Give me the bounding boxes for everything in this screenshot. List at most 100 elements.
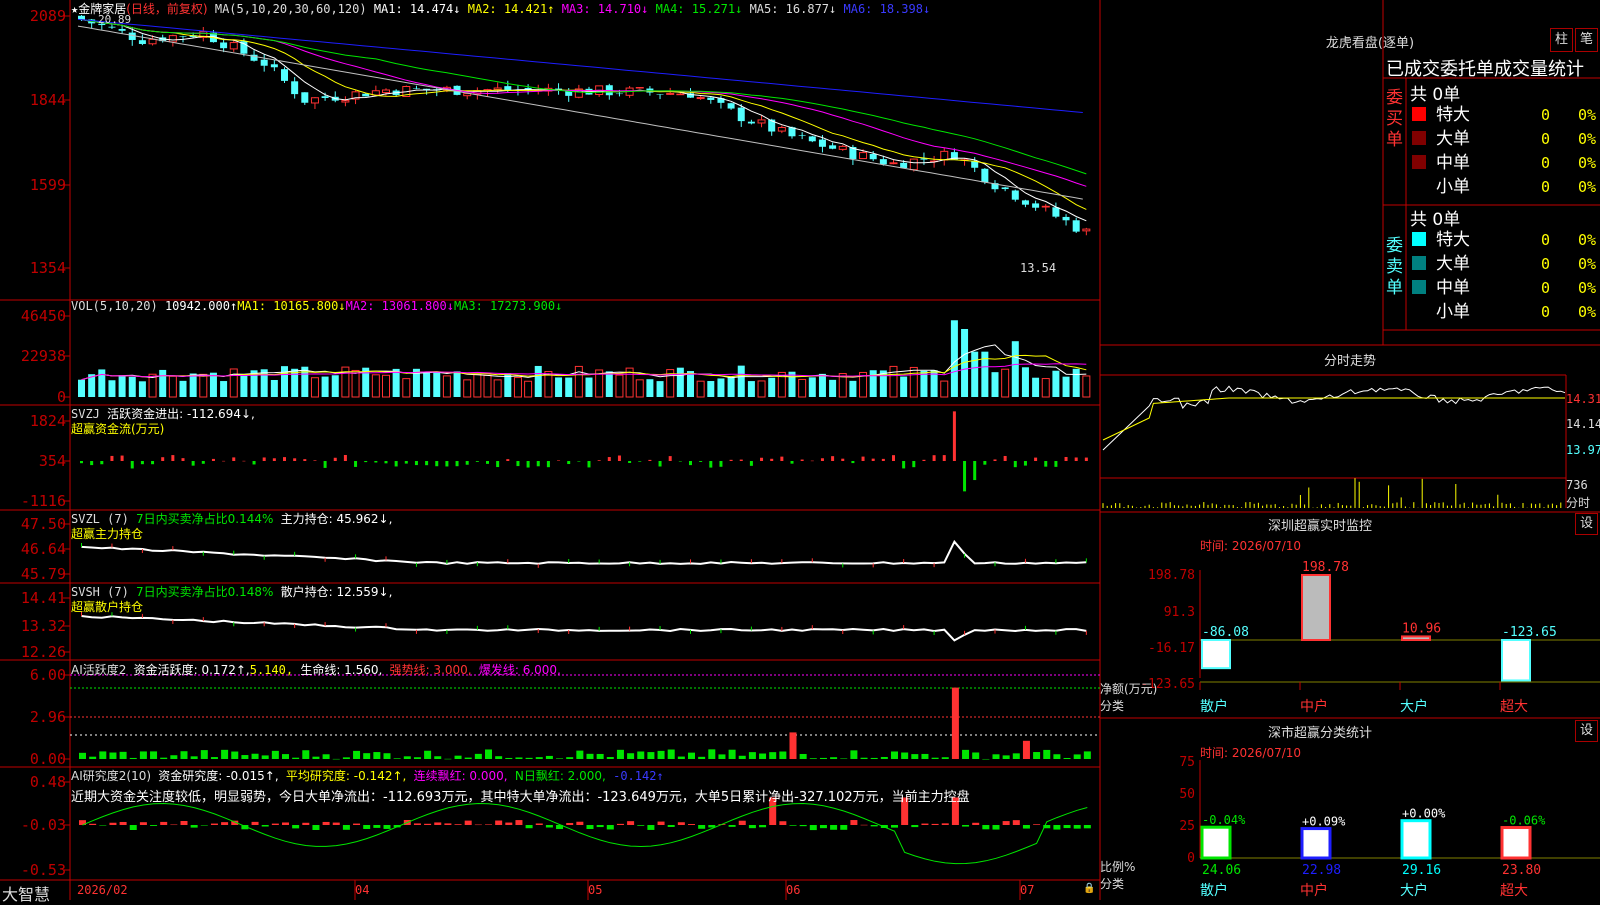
capital-flow-bar [130, 461, 134, 469]
research-bar [495, 820, 503, 825]
research-bar [129, 825, 137, 830]
capital-flow-bar [272, 458, 276, 461]
activity-bar [556, 758, 564, 759]
svzj-sub: 超赢资金流(万元) [71, 422, 165, 436]
sell-row-volume: 0 [1541, 255, 1550, 273]
activity-bar [160, 757, 168, 759]
volume-bar [818, 373, 826, 397]
activity-bar [941, 757, 949, 759]
monitor-settings-button[interactable]: 设 [1575, 513, 1598, 535]
chart-canvas[interactable]: 2089 1844 1599 1354 46450 22938 0 1824 354 -1116 4… [0, 0, 1600, 900]
activity-bar [515, 757, 523, 759]
activity-bar [525, 757, 533, 759]
research-bar [119, 821, 127, 825]
buy-row-volume: 0 [1541, 106, 1550, 124]
main-ytick: 1844 [30, 91, 66, 109]
low-price-label: 13.54 [1020, 261, 1057, 275]
buy-row-name: 特大 [1436, 105, 1470, 125]
candle-body [179, 36, 187, 37]
tick-mode-button[interactable]: 笔 [1575, 28, 1598, 52]
sell-row-name: 特大 [1436, 230, 1470, 250]
activity-bar [819, 757, 827, 759]
classstat-bar-0 [1200, 825, 1232, 860]
capital-flow-bar [293, 458, 297, 461]
candle-body [737, 107, 745, 122]
research-bar [139, 822, 147, 825]
activity-bar [393, 758, 401, 759]
activity-bar [576, 750, 584, 759]
activity-bar [464, 757, 472, 759]
activity-bar [109, 752, 117, 759]
capital-flow-bar [1064, 456, 1068, 461]
volume-bar [707, 381, 715, 397]
research-bar [99, 825, 107, 826]
candle-body [1021, 200, 1029, 205]
activity-bar [1073, 754, 1081, 759]
vol-ma3: MA3: 17273.900↓ [453, 299, 563, 313]
capital-flow-bar [770, 458, 774, 461]
candle-body [493, 87, 502, 91]
research-bar [586, 825, 594, 830]
svsh-name: SVSH (7) [71, 585, 129, 599]
capital-flow-bar [1023, 461, 1027, 466]
capital-flow-bar [1034, 457, 1038, 461]
monitor-bar-0 [1201, 639, 1231, 670]
buy-order-label: 委买单 [1386, 88, 1403, 150]
research-bar [312, 825, 320, 830]
candle-body [1072, 220, 1080, 232]
lock-icon[interactable]: 🔒 [1083, 883, 1095, 894]
ai2-ytick: -0.53 [21, 861, 66, 879]
activity-bar [1043, 749, 1051, 759]
sell-row-volume: 0 [1541, 231, 1550, 249]
period-label[interactable]: (日线，前复权) [126, 2, 207, 16]
capital-flow-bar [100, 461, 104, 465]
volume-bar [808, 377, 816, 397]
candle-body [148, 38, 157, 45]
capital-flow-bar [191, 461, 195, 466]
xaxis-label-may: 05 [588, 883, 603, 897]
volume-bar [1001, 368, 1010, 398]
activity-bar [1033, 752, 1041, 759]
bar-mode-button[interactable]: 柱 [1550, 28, 1573, 52]
xaxis-label-feb: 2026/02 [77, 883, 128, 897]
vol-legend: VOL(5,10,20) 10942.000↑MA1: 10165.800↓MA… [71, 299, 562, 313]
capital-flow-bar [587, 461, 591, 468]
activity-bar [383, 753, 391, 759]
research-bar [383, 825, 391, 829]
volume-bar [524, 380, 533, 398]
volume-bar [138, 381, 146, 397]
capital-flow-bar [932, 455, 936, 461]
vol-ytick: 46450 [21, 307, 66, 325]
capital-flow-bar [516, 461, 520, 467]
capital-flow-bar [689, 461, 692, 466]
ai1-name: AI活跃度2 [71, 663, 127, 677]
classstat-cat-label: 分类 [1100, 877, 1125, 891]
capital-flow-bar [343, 454, 347, 461]
sell-swatch-2 [1412, 280, 1426, 294]
activity-bar [698, 756, 706, 759]
capital-flow-bar [110, 455, 114, 461]
activity-bar [738, 755, 746, 759]
monitor-value-label: -86.08 [1202, 625, 1249, 640]
capital-flow-bar [262, 457, 266, 461]
classstat-change: -0.04% [1202, 813, 1246, 827]
activity-bar [637, 751, 645, 759]
activity-bar [718, 754, 726, 759]
capital-flow-bar [841, 458, 845, 461]
svsh-ytick: 12.26 [21, 643, 66, 661]
volume-bar [128, 376, 136, 397]
research-bar [373, 825, 381, 828]
classstat-bar-1 [1300, 827, 1332, 860]
research-bar [1002, 821, 1010, 825]
volume-bar [402, 378, 411, 398]
research-bar [474, 824, 482, 826]
sell-row-percent: 0% [1578, 231, 1596, 249]
classstat-settings-button[interactable]: 设 [1575, 720, 1598, 742]
buy-row-name: 大单 [1436, 129, 1470, 149]
buy-swatch-1 [1412, 131, 1426, 145]
capital-flow-bar [496, 461, 500, 468]
sell-row-name: 大单 [1436, 254, 1470, 274]
svzl-sub: 超赢主力持仓 [71, 527, 144, 541]
monitor-title: 深圳超赢实时监控 [1267, 519, 1372, 534]
capital-flow-bar [1013, 461, 1017, 468]
